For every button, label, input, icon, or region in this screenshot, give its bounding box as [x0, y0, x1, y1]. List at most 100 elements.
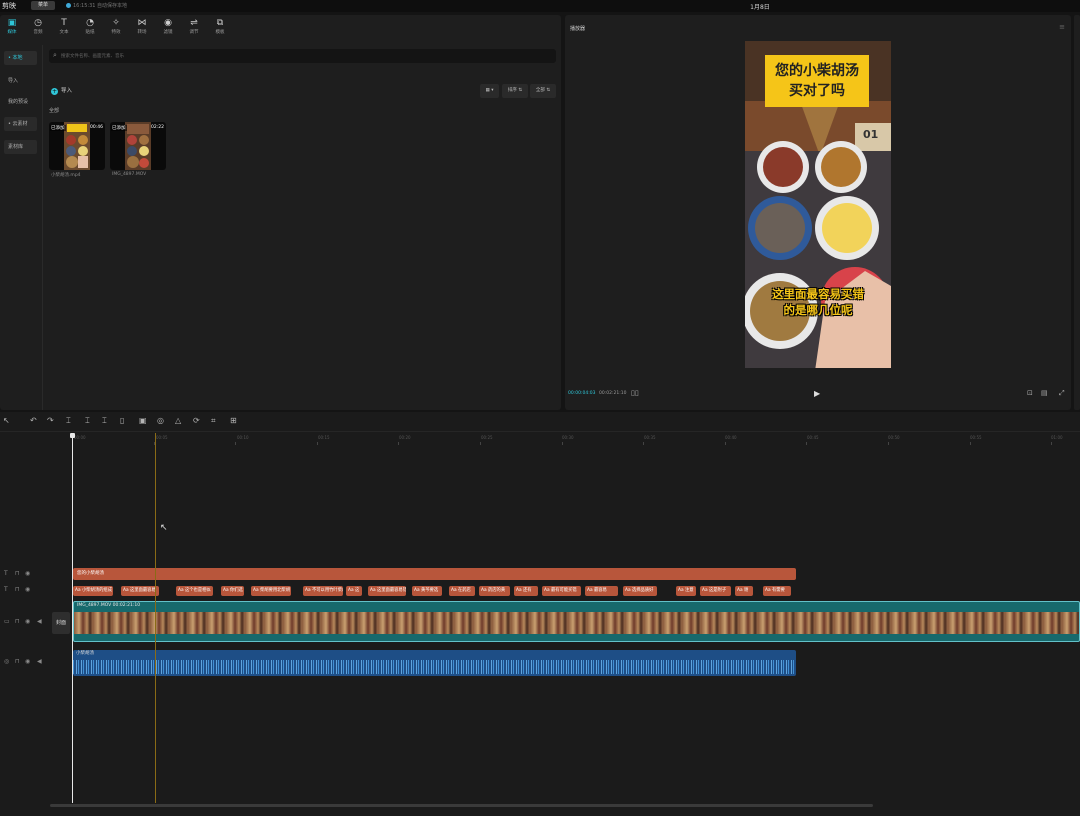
sidebar-item-cloud[interactable]: • 云素材 [4, 117, 37, 131]
tab-effects[interactable]: ✧ 特效 [104, 17, 128, 39]
rotate-icon[interactable]: ⟳ [193, 416, 200, 425]
top-bar: 剪映 菜单 16:15:31 自动保存本地 1月8日 [0, 0, 1080, 12]
caption-clip[interactable]: Aa 黄芩要选 [412, 586, 442, 596]
caption-clip[interactable]: Aa 在药店 [449, 586, 475, 596]
redo-icon[interactable]: ↷ [47, 416, 54, 425]
lock-icon[interactable]: ⊓ [15, 658, 20, 665]
reverse-icon[interactable]: ◎ [157, 416, 164, 425]
search-bar: ⌕ [49, 49, 556, 63]
caption-clip[interactable]: Aa 这 [346, 586, 362, 596]
caption-clip[interactable]: Aa 柴胡要用北柴胡 [251, 586, 291, 596]
smart-cut-icon[interactable]: ⊞ [230, 416, 237, 425]
caption-clip[interactable]: Aa 选择品质好 [623, 586, 657, 596]
sidebar-item-local[interactable]: • 本地 [4, 51, 37, 65]
filter-all-button[interactable]: 全部 ⇅ [530, 84, 556, 98]
player-title: 播放器 [570, 26, 586, 32]
tab-adjust[interactable]: ⇌ 调节 [182, 17, 206, 39]
tab-text[interactable]: T 文本 [52, 17, 76, 39]
aspect-ratio-icon[interactable]: ▤ [1041, 389, 1048, 397]
caption-clip[interactable]: Aa 还有 [514, 586, 538, 596]
total-time: 00:02:21:10 [599, 391, 627, 396]
fit-screen-icon[interactable]: ⊡ [1027, 389, 1033, 397]
caption-clip[interactable]: Aa 小柴胡汤的组成 [73, 586, 113, 596]
ruler-tick [806, 442, 808, 445]
crop-icon[interactable]: ⌗ [211, 416, 216, 426]
mirror-icon[interactable]: △ [175, 416, 181, 425]
video-caption-line-1: 这里面最容易买错 [772, 287, 864, 301]
mute-icon[interactable]: ◀ [37, 658, 42, 665]
play-button[interactable]: ▶ [814, 389, 820, 398]
project-title[interactable]: 1月8日 [740, 2, 780, 11]
video-preview[interactable]: 您的小柴胡汤 买对了吗 这里面最容易买错 的是哪几位呢 01 [745, 41, 891, 368]
import-button[interactable]: + 导入 [51, 86, 72, 95]
media-item-1[interactable]: 已添加 00:46 [49, 122, 105, 170]
sidebar-item-presets[interactable]: 我的预设 [4, 95, 37, 109]
transition-icon: ⋈ [137, 18, 147, 28]
audio-clip[interactable]: 小柴胡汤 [73, 650, 796, 676]
timeline-scrollbar[interactable] [50, 804, 873, 807]
sidebar-item-import[interactable]: 导入 [4, 74, 37, 88]
caption-clip[interactable]: Aa 这里面最容易 [121, 586, 159, 596]
timecode-grid-icon[interactable]: ▯▯ [631, 389, 639, 397]
text-clip[interactable]: 您的小柴胡汤 [73, 568, 796, 580]
app-logo: 剪映 [2, 2, 16, 10]
video-caption-line-2: 的是哪几位呢 [783, 303, 853, 317]
caption-clip[interactable]: Aa 谢 [735, 586, 753, 596]
eye-icon[interactable]: ◉ [25, 658, 30, 665]
caption-clip[interactable]: Aa 不可以用竹叶柴胡 [303, 586, 343, 596]
player-menu-icon[interactable]: ≡ [1059, 23, 1065, 31]
freeze-icon[interactable]: ▣ [139, 416, 147, 425]
eye-icon[interactable]: ◉ [25, 586, 30, 593]
ruler-tick [1051, 442, 1053, 445]
caption-clip[interactable]: Aa 最容易 [585, 586, 618, 596]
added-badge: 已添加 [50, 125, 66, 131]
caption-clip[interactable]: Aa 有需要 [763, 586, 791, 596]
caption-clip[interactable]: Aa 这是附子 [700, 586, 731, 596]
tab-filter[interactable]: ◉ 滤镜 [156, 17, 180, 39]
tab-transition[interactable]: ⋈ 转场 [130, 17, 154, 39]
ruler-label: 00:40 [725, 435, 737, 440]
view-mode-button[interactable]: ▦ ▾ [480, 84, 499, 98]
search-icon: ⌕ [53, 51, 57, 59]
fullscreen-icon[interactable]: ⤢ [1059, 389, 1065, 398]
tab-sticker[interactable]: ◔ 贴纸 [78, 17, 102, 39]
eye-icon[interactable]: ◉ [25, 570, 30, 577]
eye-icon[interactable]: ◉ [25, 618, 30, 625]
caption-clip[interactable]: Aa 药店的黄 [479, 586, 510, 596]
search-input[interactable] [61, 49, 541, 63]
caption-clip[interactable]: Aa 这里面最容易错 [368, 586, 406, 596]
sort-button[interactable]: 排序 ⇅ [502, 84, 528, 98]
menu-button[interactable]: 菜单 [31, 1, 55, 10]
media-item-2[interactable]: 已添加 02:22 [110, 122, 166, 170]
delete-icon[interactable]: ▯ [120, 416, 124, 425]
caption-clip[interactable]: Aa 最有可能买错 [542, 586, 581, 596]
caption-clip[interactable]: Aa 注意 [676, 586, 696, 596]
undo-icon[interactable]: ↶ [30, 416, 37, 425]
lock-icon[interactable]: ⊓ [15, 586, 20, 593]
playhead-handle[interactable] [70, 433, 75, 438]
timeline-ruler[interactable]: 00:00 00:05 00:10 00:15 00:20 00:25 00:3… [72, 433, 1080, 445]
lock-icon[interactable]: ⊓ [15, 618, 20, 625]
tab-label: 特效 [111, 30, 121, 35]
sticker-icon: ◔ [86, 18, 94, 28]
caption-clip[interactable]: Aa 这个也是相似 [176, 586, 213, 596]
ruler-label: 00:25 [481, 435, 493, 440]
track-header-caption: T ⊓ ◉ [0, 586, 50, 598]
split-icon[interactable]: ⌶ [66, 416, 71, 426]
split-left-icon[interactable]: ⌶ [85, 416, 90, 426]
video-title-line-1: 您的小柴胡汤 [775, 63, 859, 79]
video-clip[interactable]: IMG_4897.MOV 00:02:21:10 [73, 601, 1080, 642]
cover-button[interactable]: 封面 [52, 612, 70, 634]
playhead[interactable] [70, 433, 75, 803]
split-right-icon[interactable]: ⌶ [102, 416, 107, 426]
mute-icon[interactable]: ◀ [37, 618, 42, 625]
asset-toolbar: ▣ 媒体 ◷ 音频 T 文本 ◔ 贴纸 ✧ 特效 ⋈ 转场 ◉ 滤镜 ⇌ 调节 ⧉ 模板 [0, 15, 561, 40]
ruler-tick [969, 442, 971, 445]
tab-template[interactable]: ⧉ 模板 [208, 17, 232, 39]
tab-media[interactable]: ▣ 媒体 [0, 17, 24, 39]
sidebar-item-library[interactable]: 素材库 [4, 140, 37, 154]
lock-icon[interactable]: ⊓ [15, 570, 20, 577]
select-tool-icon[interactable]: ↖ [3, 416, 10, 425]
caption-clip[interactable]: Aa 你们选 [221, 586, 244, 596]
tab-audio[interactable]: ◷ 音频 [26, 17, 50, 39]
